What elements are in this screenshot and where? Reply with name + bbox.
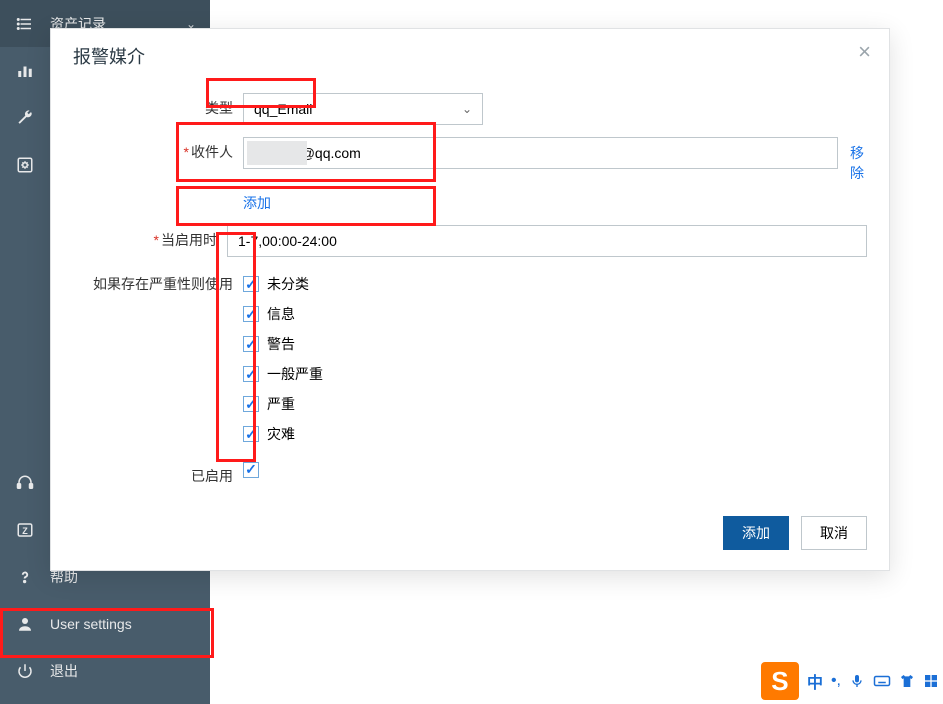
help-icon <box>14 566 36 588</box>
chevron-down-icon: ⌄ <box>462 102 472 116</box>
shirt-icon[interactable] <box>899 673 915 689</box>
label-type: 类型 <box>73 93 243 118</box>
sev-4-label: 严重 <box>267 394 295 414</box>
checkbox-sev-4[interactable] <box>243 396 259 412</box>
checkbox-sev-2[interactable] <box>243 336 259 352</box>
checkbox-sev-1[interactable] <box>243 306 259 322</box>
sev-2-label: 警告 <box>267 334 295 354</box>
label-enabled: 已启用 <box>73 461 243 486</box>
checkbox-enabled[interactable] <box>243 462 259 478</box>
sidebar-logout[interactable]: 退出 <box>0 647 210 694</box>
censored-block <box>247 141 307 165</box>
wrench-icon <box>14 107 36 129</box>
when-active-input[interactable] <box>227 225 867 257</box>
user-icon <box>14 613 36 635</box>
sev-0-label: 未分类 <box>267 274 309 294</box>
cancel-button[interactable]: 取消 <box>801 516 867 550</box>
mic-icon[interactable] <box>849 673 865 689</box>
modal-alarm-media: × 报警媒介 类型 qq_Email ⌄ *收件人 移除 添加 <box>50 28 890 571</box>
checkbox-sev-0[interactable] <box>243 276 259 292</box>
keyboard-icon[interactable] <box>873 673 891 689</box>
sidebar-user-settings[interactable]: User settings <box>0 600 210 647</box>
checkbox-sev-3[interactable] <box>243 366 259 382</box>
modal-title: 报警媒介 <box>73 43 867 69</box>
ime-punct-icon[interactable]: •, <box>831 672 841 690</box>
sidebar-user-settings-label: User settings <box>50 616 132 632</box>
close-icon[interactable]: × <box>850 35 879 69</box>
sev-1-label: 信息 <box>267 304 295 324</box>
ime-lang[interactable]: 中 <box>807 669 823 693</box>
recipient-input[interactable] <box>243 137 838 169</box>
type-select[interactable]: qq_Email ⌄ <box>243 93 483 125</box>
add-button[interactable]: 添加 <box>723 516 789 550</box>
sev-5-label: 灾难 <box>267 424 295 444</box>
label-when-active: *当启用时 <box>73 225 227 250</box>
power-icon <box>14 660 36 682</box>
sev-3-label: 一般严重 <box>267 364 323 384</box>
label-severity: 如果存在严重性则使用 <box>73 269 243 294</box>
grid-icon[interactable] <box>923 673 939 689</box>
add-recipient-link[interactable]: 添加 <box>243 193 271 213</box>
chart-icon <box>14 60 36 82</box>
z-icon: Z <box>14 519 36 541</box>
svg-text:Z: Z <box>22 525 28 535</box>
type-select-value: qq_Email <box>254 101 312 117</box>
sogou-icon[interactable]: S <box>761 662 799 700</box>
ime-tray: S 中 •, <box>761 662 939 700</box>
label-recipient: *收件人 <box>73 137 243 162</box>
checkbox-sev-5[interactable] <box>243 426 259 442</box>
headset-icon <box>14 472 36 494</box>
remove-recipient-link[interactable]: 移除 <box>850 137 867 183</box>
sidebar-logout-label: 退出 <box>50 661 78 681</box>
gear-icon <box>14 154 36 176</box>
list-icon <box>14 13 36 35</box>
